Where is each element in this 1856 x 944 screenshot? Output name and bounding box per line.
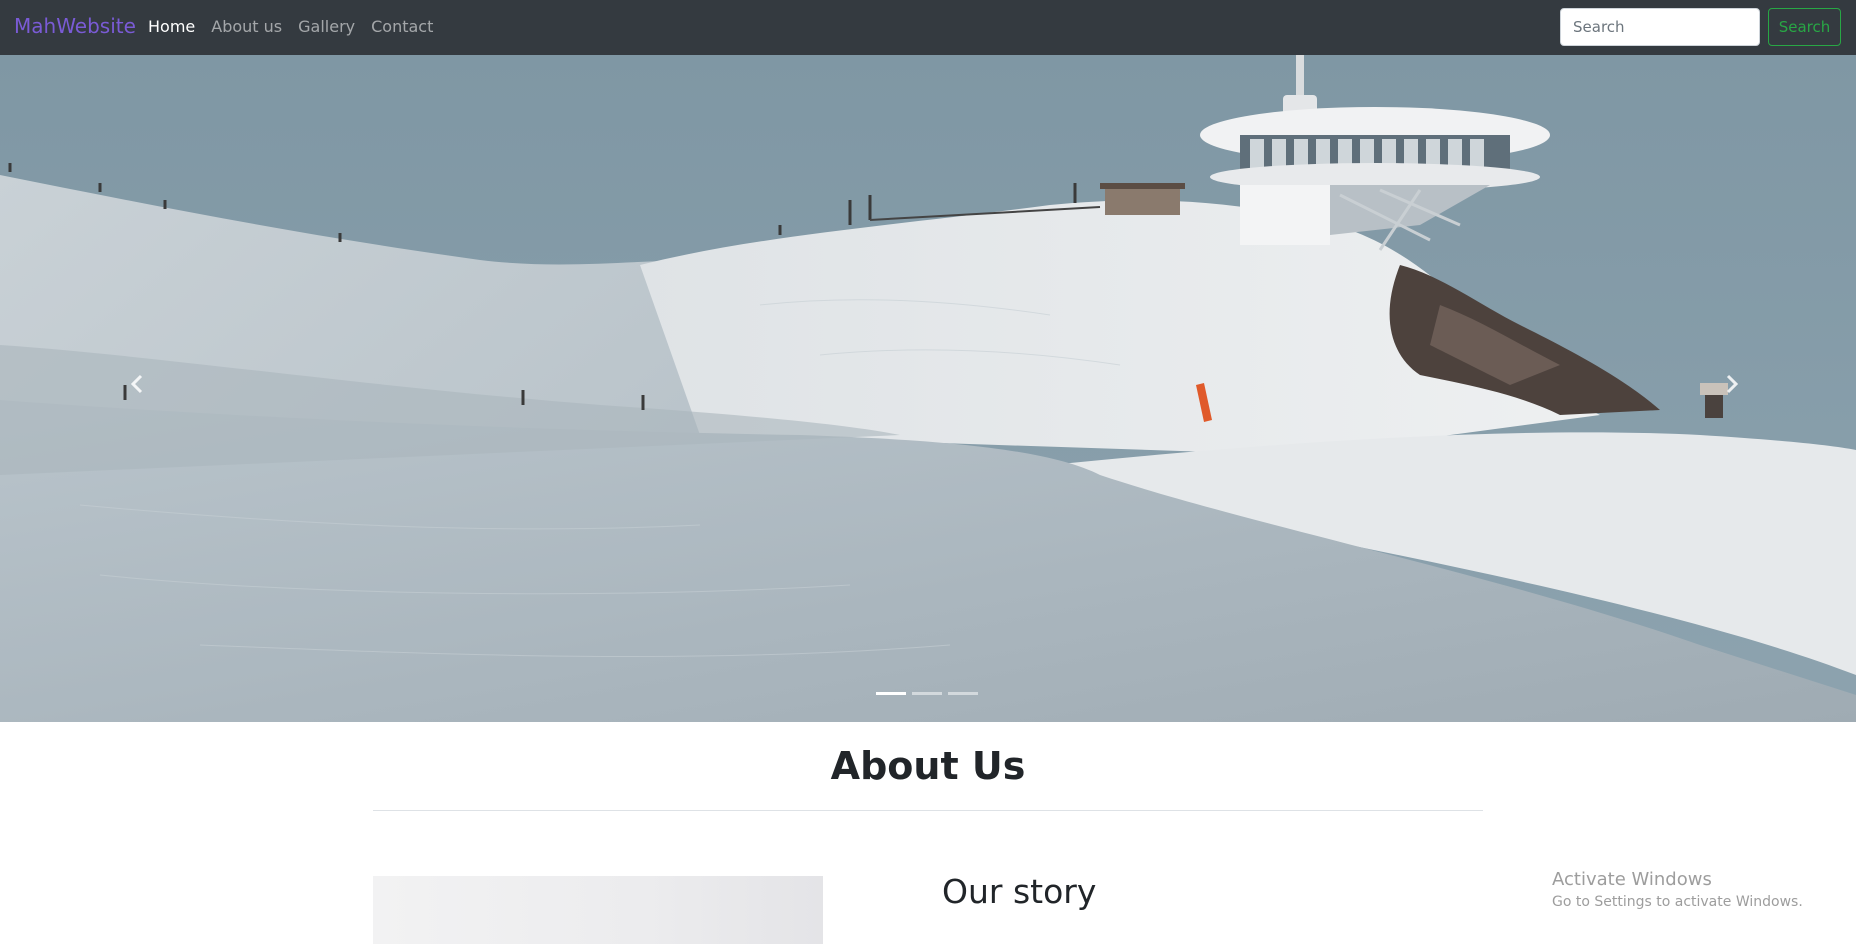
watermark-subtitle: Go to Settings to activate Windows. (1552, 894, 1803, 910)
story-heading: Our story (942, 872, 1097, 911)
nav-links: Home About us Gallery Contact (148, 17, 449, 36)
brand-logo-link[interactable]: MahWebsite (14, 14, 136, 38)
chevron-left-icon (130, 374, 143, 394)
carousel-indicator-1[interactable] (876, 692, 906, 695)
carousel-indicator-3[interactable] (948, 692, 978, 695)
nav-link-home[interactable]: Home (148, 17, 195, 36)
search-input[interactable] (1560, 8, 1760, 46)
search-button[interactable]: Search (1768, 8, 1841, 46)
carousel-next-button[interactable] (1586, 55, 1856, 722)
story-image (373, 876, 823, 944)
top-navbar: MahWebsite Home About us Gallery Contact… (0, 0, 1856, 55)
section-divider (373, 810, 1483, 811)
windows-activation-watermark: Activate Windows Go to Settings to activ… (1552, 868, 1803, 912)
about-heading: About Us (830, 744, 1026, 788)
watermark-title: Activate Windows (1552, 869, 1712, 890)
chevron-right-icon (1726, 374, 1739, 394)
nav-link-gallery[interactable]: Gallery (298, 17, 355, 36)
nav-link-about-us[interactable]: About us (211, 17, 282, 36)
nav-link-contact[interactable]: Contact (371, 17, 433, 36)
carousel-slide-image (0, 55, 1856, 722)
carousel-prev-button[interactable] (0, 55, 270, 722)
hero-carousel (0, 55, 1856, 722)
carousel-indicators (876, 692, 978, 695)
carousel-indicator-2[interactable] (912, 692, 942, 695)
